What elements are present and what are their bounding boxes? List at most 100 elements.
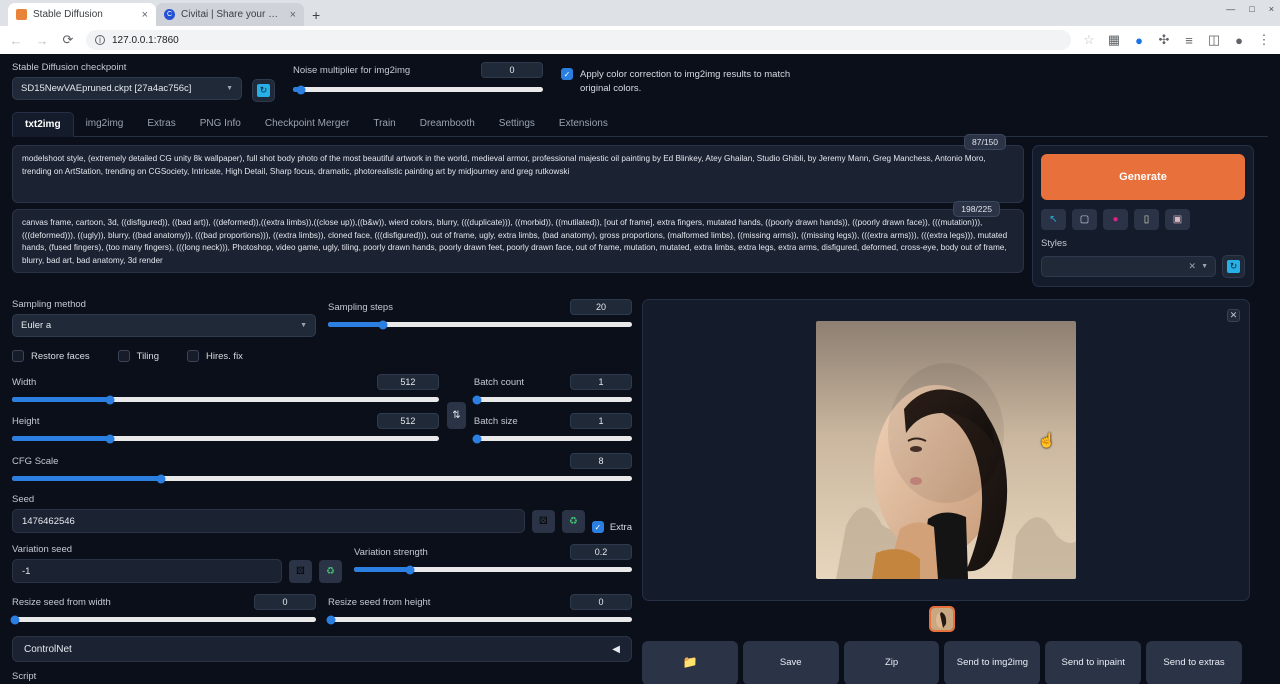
extra-toggle[interactable]: ✓ Extra <box>592 521 632 533</box>
send-to-extras-button[interactable]: Send to extras <box>1146 641 1242 684</box>
extra-checkbox[interactable]: ✓ <box>592 521 604 533</box>
back-icon[interactable]: ← <box>8 33 24 48</box>
send-to-img2img-button[interactable]: Send to img2img <box>944 641 1040 684</box>
profile-icon[interactable]: ● <box>1231 33 1247 48</box>
calendar-icon[interactable]: ▦ <box>1106 32 1122 48</box>
positive-prompt-input[interactable]: modelshoot style, (extremely detailed CG… <box>12 145 1024 203</box>
prompt-column: 87/150 modelshoot style, (extremely deta… <box>12 145 1024 287</box>
recycle-icon[interactable]: ♻ <box>562 510 585 533</box>
menu-icon[interactable]: ⋮ <box>1256 32 1272 48</box>
dice-icon[interactable]: ⚄ <box>532 510 555 533</box>
recycle-icon[interactable]: ♻ <box>319 560 342 583</box>
resize-seed-width-slider[interactable] <box>12 617 316 622</box>
arrow-restore-icon[interactable]: ↖ <box>1041 209 1066 230</box>
tab-extensions[interactable]: Extensions <box>547 112 620 136</box>
color-correction-checkbox[interactable]: ✓ <box>561 68 573 80</box>
close-icon[interactable]: × <box>290 9 296 21</box>
controlnet-accordion[interactable]: ControlNet ◀ <box>12 636 632 662</box>
save-style-icon[interactable]: ▣ <box>1165 209 1190 230</box>
batch-size-value[interactable]: 1 <box>570 413 632 429</box>
site-info-icon[interactable]: i <box>95 35 105 45</box>
list-icon[interactable]: ≡ <box>1181 33 1197 48</box>
resize-seed-width-value[interactable]: 0 <box>254 594 316 610</box>
trash-icon[interactable]: ▢ <box>1072 209 1097 230</box>
save-button[interactable]: Save <box>743 641 839 684</box>
variation-seed-input[interactable]: -1 <box>12 559 282 583</box>
close-icon[interactable]: ✕ <box>1227 309 1240 322</box>
minimize-icon[interactable]: — <box>1226 4 1235 14</box>
width-value[interactable]: 512 <box>377 374 439 390</box>
generate-button[interactable]: Generate <box>1041 154 1245 200</box>
hires-fix-checkbox[interactable] <box>187 350 199 362</box>
puzzle-icon[interactable]: ✣ <box>1156 32 1172 48</box>
open-folder-button[interactable]: 📁 <box>642 641 738 684</box>
sampling-method-select[interactable]: Euler a ▼ <box>12 314 316 337</box>
refresh-checkpoint-button[interactable]: ↻ <box>252 79 275 102</box>
batch-count-value[interactable]: 1 <box>570 374 632 390</box>
resize-seed-height-slider[interactable] <box>328 617 632 622</box>
dice-icon[interactable]: ⚄ <box>289 560 312 583</box>
chevron-left-icon[interactable]: ◀ <box>612 644 620 655</box>
folder-icon: 📁 <box>682 655 697 671</box>
batch-size-slider[interactable] <box>474 436 632 441</box>
gallery-thumbnail[interactable] <box>929 606 955 632</box>
tab-checkpoint-merger[interactable]: Checkpoint Merger <box>253 112 361 136</box>
forward-icon[interactable]: → <box>34 33 50 48</box>
bookmark-star-icon[interactable]: ☆ <box>1081 32 1097 48</box>
browser-url-bar: ← → ⟳ i 127.0.0.1:7860 ☆ ▦ ● ✣ ≡ ◫ ● ⋮ <box>0 26 1280 54</box>
extension-blue-icon[interactable]: ● <box>1131 33 1147 48</box>
thumbnail-image <box>931 608 953 630</box>
tiling-checkbox[interactable] <box>118 350 130 362</box>
refresh-styles-button[interactable]: ↻ <box>1222 255 1245 278</box>
reload-icon[interactable]: ⟳ <box>60 32 76 48</box>
maximize-icon[interactable]: □ <box>1249 4 1254 14</box>
tiling-toggle[interactable]: Tiling <box>118 350 159 362</box>
swap-arrows-icon[interactable]: ⇅ <box>447 402 466 429</box>
prompt-row: 87/150 modelshoot style, (extremely deta… <box>12 145 1268 287</box>
hires-fix-toggle[interactable]: Hires. fix <box>187 350 243 362</box>
close-icon[interactable]: × <box>142 9 148 21</box>
tab-dreambooth[interactable]: Dreambooth <box>408 112 487 136</box>
close-window-icon[interactable]: × <box>1269 4 1274 14</box>
zip-button[interactable]: Zip <box>844 641 940 684</box>
restore-faces-checkbox[interactable] <box>12 350 24 362</box>
batch-count-slider[interactable] <box>474 397 632 402</box>
refresh-icon: ↻ <box>1227 260 1240 273</box>
sampling-steps-value[interactable]: 20 <box>570 299 632 315</box>
tab-img2img[interactable]: img2img <box>74 112 136 136</box>
width-slider[interactable] <box>12 397 439 402</box>
clear-x-icon[interactable]: ✕ <box>1189 261 1197 272</box>
palette-icon[interactable]: ● <box>1103 209 1128 230</box>
height-value[interactable]: 512 <box>377 413 439 429</box>
browser-tab-civitai[interactable]: C Civitai | Share your models × <box>156 3 304 26</box>
styles-select[interactable]: ✕ ▼ <box>1041 256 1216 277</box>
send-to-inpaint-button[interactable]: Send to inpaint <box>1045 641 1141 684</box>
sampling-steps-slider[interactable] <box>328 322 632 327</box>
variation-strength-value[interactable]: 0.2 <box>570 544 632 560</box>
tab-extras[interactable]: Extras <box>135 112 187 136</box>
resize-seed-height-value[interactable]: 0 <box>570 594 632 610</box>
tab-train[interactable]: Train <box>361 112 407 136</box>
browser-tab-stable-diffusion[interactable]: Stable Diffusion × <box>8 3 156 26</box>
generated-image[interactable] <box>816 321 1076 579</box>
variation-strength-slider[interactable] <box>354 567 632 572</box>
cfg-value[interactable]: 8 <box>570 453 632 469</box>
tab-txt2img[interactable]: txt2img <box>12 112 74 137</box>
resize-seed-height-group: Resize seed from height 0 <box>328 594 632 622</box>
negative-prompt-input[interactable]: canvas frame, cartoon, 3d, ((disfigured)… <box>12 209 1024 273</box>
clipboard-icon[interactable]: ▯ <box>1134 209 1159 230</box>
cfg-slider[interactable] <box>12 476 632 481</box>
generated-portrait <box>816 321 1076 579</box>
seed-input[interactable]: 1476462546 <box>12 509 525 533</box>
restore-faces-toggle[interactable]: Restore faces <box>12 350 90 362</box>
address-bar[interactable]: i 127.0.0.1:7860 <box>86 30 1071 50</box>
sidepanel-icon[interactable]: ◫ <box>1206 32 1222 48</box>
new-tab-button[interactable]: + <box>312 7 320 23</box>
batch-group: Batch count 1 Batch size 1 <box>474 374 632 441</box>
height-slider[interactable] <box>12 436 439 441</box>
noise-slider[interactable] <box>293 87 543 92</box>
noise-value[interactable]: 0 <box>481 62 543 78</box>
tab-settings[interactable]: Settings <box>487 112 547 136</box>
checkpoint-select[interactable]: SD15NewVAEpruned.ckpt [27a4ac756c] ▼ <box>12 77 242 100</box>
tab-png-info[interactable]: PNG Info <box>188 112 253 136</box>
